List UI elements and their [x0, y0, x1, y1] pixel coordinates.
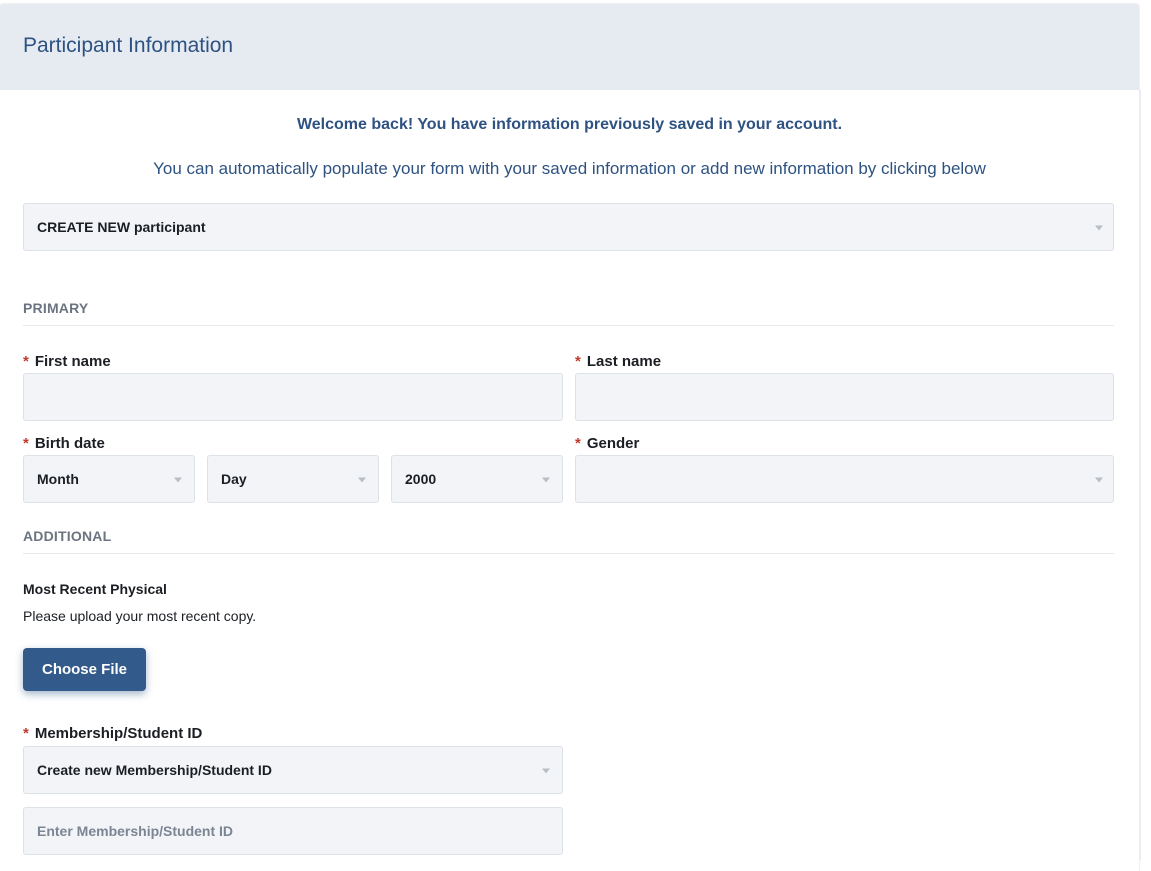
chevron-down-icon	[358, 477, 366, 483]
membership-label: * Membership/Student ID	[23, 725, 202, 742]
chevron-down-icon	[174, 477, 182, 483]
birth-month-value: Month	[37, 471, 79, 487]
birth-year-select[interactable]: 2000	[391, 455, 563, 503]
required-marker: *	[23, 435, 29, 452]
required-marker: *	[23, 353, 29, 370]
chevron-down-icon	[1095, 477, 1103, 483]
membership-id-input[interactable]	[23, 807, 563, 855]
gender-label-text: Gender	[586, 435, 640, 452]
first-name-label-text: First name	[34, 353, 111, 370]
birth-day-value: Day	[221, 471, 247, 487]
birth-year-value: 2000	[405, 471, 437, 487]
gender-select[interactable]	[575, 455, 1114, 503]
divider	[23, 553, 1114, 554]
participant-select[interactable]: CREATE NEW participant	[23, 203, 1114, 251]
physical-helper-text: Please upload your most recent copy.	[23, 608, 257, 624]
chevron-down-icon	[1095, 225, 1103, 231]
divider	[23, 325, 1114, 326]
birth-day-select[interactable]: Day	[207, 455, 379, 503]
membership-label-text: Membership/Student ID	[34, 725, 203, 742]
gender-label: * Gender	[575, 435, 639, 452]
chevron-down-icon	[542, 768, 550, 774]
membership-select[interactable]: Create new Membership/Student ID	[23, 746, 563, 794]
physical-label: Most Recent Physical	[23, 581, 167, 597]
choose-file-button[interactable]: Choose File	[23, 648, 146, 691]
card-header: Participant Information	[0, 4, 1139, 90]
intro-subtext: You can automatically populate your form…	[153, 159, 986, 178]
required-marker: *	[575, 435, 581, 452]
birth-month-select[interactable]: Month	[23, 455, 195, 503]
scrollbar[interactable]	[1139, 90, 1141, 860]
birth-date-label-text: Birth date	[34, 435, 105, 452]
participant-select-value: CREATE NEW participant	[37, 219, 206, 235]
first-name-field[interactable]	[23, 373, 563, 421]
required-marker: *	[575, 353, 581, 370]
last-name-label: * Last name	[575, 353, 661, 370]
membership-select-value: Create new Membership/Student ID	[37, 762, 272, 778]
birth-date-label: * Birth date	[23, 435, 105, 452]
chevron-down-icon	[542, 477, 550, 483]
first-name-label: * First name	[23, 353, 111, 370]
section-additional: ADDITIONAL	[23, 528, 112, 544]
section-primary: PRIMARY	[23, 300, 89, 316]
participant-info-card: Participant Information Welcome back! Yo…	[0, 4, 1139, 871]
welcome-message: Welcome back! You have information previ…	[296, 116, 843, 133]
last-name-label-text: Last name	[586, 353, 662, 370]
page-title: Participant Information	[23, 34, 234, 57]
last-name-field[interactable]	[575, 373, 1114, 421]
required-marker: *	[23, 725, 29, 742]
